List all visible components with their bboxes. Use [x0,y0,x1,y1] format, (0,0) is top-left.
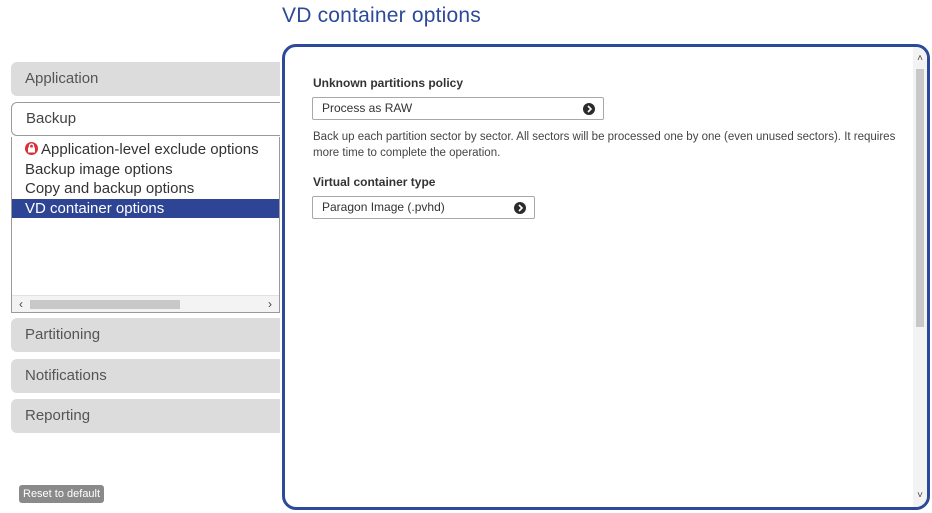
options-panel: Unknown partitions policy Process as RAW… [282,44,930,510]
reset-to-default-button[interactable]: Reset to default [19,485,105,503]
horizontal-scrollbar[interactable]: ‹ › [12,295,279,312]
scrollbar-thumb[interactable] [30,300,180,309]
unknown-partitions-dropdown[interactable]: Process as RAW [312,97,604,120]
list-item-backup-image-options[interactable]: Backup image options [12,160,279,180]
vertical-scrollbar[interactable]: ˄ ˅ [913,47,927,507]
tab-partitioning[interactable]: Partitioning [11,318,280,352]
list-item-vd-container-options[interactable]: VD container options [12,198,279,218]
tab-notifications[interactable]: Notifications [11,359,280,393]
unknown-partitions-label: Unknown partitions policy [313,76,464,90]
chevron-circle-right-icon [583,103,595,115]
scroll-up-arrow-icon[interactable]: ˄ [913,53,927,64]
scroll-right-arrow-icon[interactable]: › [263,297,277,311]
lock-icon [25,142,38,155]
tab-backup[interactable]: Backup [11,102,280,136]
list-item-copy-and-backup-options[interactable]: Copy and backup options [12,179,279,199]
page-title: VD container options [282,4,481,27]
tab-reporting[interactable]: Reporting [11,399,280,433]
dropdown-value: Process as RAW [322,101,413,115]
scroll-left-arrow-icon[interactable]: ‹ [14,297,28,311]
container-type-label: Virtual container type [313,175,436,189]
unknown-partitions-description: Back up each partition sector by sector.… [313,131,896,159]
list-item-application-level-exclude[interactable]: Application-level exclude options [12,140,279,160]
scrollbar-thumb[interactable] [916,69,924,327]
dropdown-value: Paragon Image (.pvhd) [322,200,445,214]
tab-application[interactable]: Application [11,62,280,96]
container-type-dropdown[interactable]: Paragon Image (.pvhd) [312,196,535,219]
chevron-circle-right-icon [514,202,526,214]
backup-options-list: Application-level exclude options Backup… [11,137,280,313]
list-item-label: Application-level exclude options [41,141,259,158]
scroll-down-arrow-icon[interactable]: ˅ [913,490,927,501]
